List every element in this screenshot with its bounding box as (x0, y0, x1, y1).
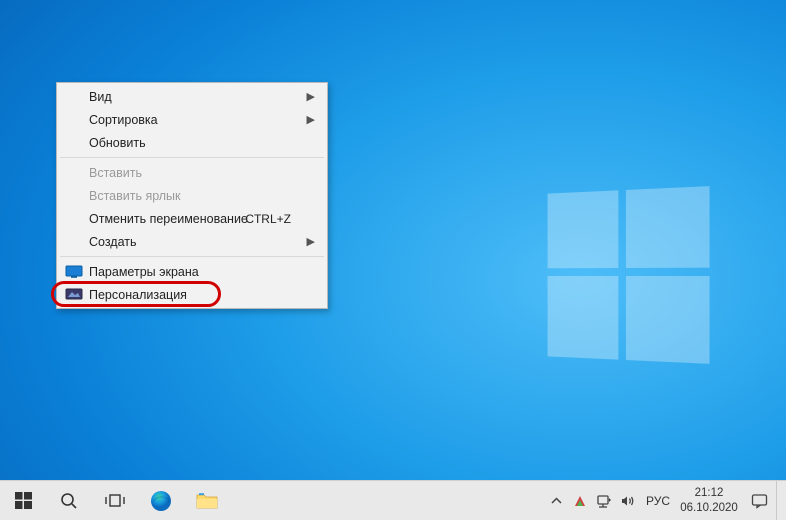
tray-date: 06.10.2020 (680, 501, 738, 515)
menu-item-label: Обновить (89, 136, 146, 150)
menu-item-label: Сортировка (89, 113, 158, 127)
search-button[interactable] (46, 481, 92, 520)
menu-item-label: Вставить ярлык (89, 189, 181, 203)
tray-network-icon[interactable] (592, 481, 616, 520)
menu-item-paste-shortcut: Вставить ярлык (59, 184, 325, 207)
tray-clock[interactable]: 21:12 06.10.2020 (676, 481, 742, 520)
tray-time: 21:12 (695, 486, 724, 500)
show-desktop-button[interactable] (776, 481, 782, 520)
menu-item-label: Вид (89, 90, 112, 104)
desktop[interactable]: Вид ▶ Сортировка ▶ Обновить Вставить Вст… (0, 0, 786, 520)
edge-browser-button[interactable] (138, 481, 184, 520)
taskbar-right: РУС 21:12 06.10.2020 (544, 481, 786, 520)
menu-item-label: Параметры экрана (89, 265, 199, 279)
menu-separator (60, 157, 324, 158)
menu-separator (60, 256, 324, 257)
menu-item-shortcut: CTRL+Z (245, 212, 291, 226)
desktop-context-menu: Вид ▶ Сортировка ▶ Обновить Вставить Вст… (56, 82, 328, 309)
menu-item-refresh[interactable]: Обновить (59, 131, 325, 154)
personalize-icon (65, 288, 83, 302)
chevron-right-icon: ▶ (307, 90, 315, 103)
menu-item-label: Отменить переименование (89, 212, 248, 226)
tray-volume-icon[interactable] (616, 481, 640, 520)
menu-item-paste: Вставить (59, 161, 325, 184)
start-button[interactable] (0, 481, 46, 520)
tray-app-icon[interactable] (568, 481, 592, 520)
display-icon (65, 265, 83, 279)
menu-item-view[interactable]: Вид ▶ (59, 85, 325, 108)
taskbar: РУС 21:12 06.10.2020 (0, 480, 786, 520)
menu-item-personalization[interactable]: Персонализация (59, 283, 325, 306)
tray-chevron-up-icon[interactable] (544, 481, 568, 520)
menu-item-undo-rename[interactable]: Отменить переименование CTRL+Z (59, 207, 325, 230)
task-view-button[interactable] (92, 481, 138, 520)
tray-language-label: РУС (646, 494, 670, 508)
menu-item-label: Персонализация (89, 288, 187, 302)
action-center-button[interactable] (742, 481, 776, 520)
windows-logo-wallpaper (548, 186, 710, 364)
menu-item-display-settings[interactable]: Параметры экрана (59, 260, 325, 283)
menu-item-label: Создать (89, 235, 137, 249)
tray-language[interactable]: РУС (640, 481, 676, 520)
menu-item-new[interactable]: Создать ▶ (59, 230, 325, 253)
menu-item-label: Вставить (89, 166, 142, 180)
chevron-right-icon: ▶ (307, 113, 315, 126)
file-explorer-button[interactable] (184, 481, 230, 520)
menu-item-sort[interactable]: Сортировка ▶ (59, 108, 325, 131)
taskbar-left (0, 481, 230, 520)
chevron-right-icon: ▶ (307, 235, 315, 248)
